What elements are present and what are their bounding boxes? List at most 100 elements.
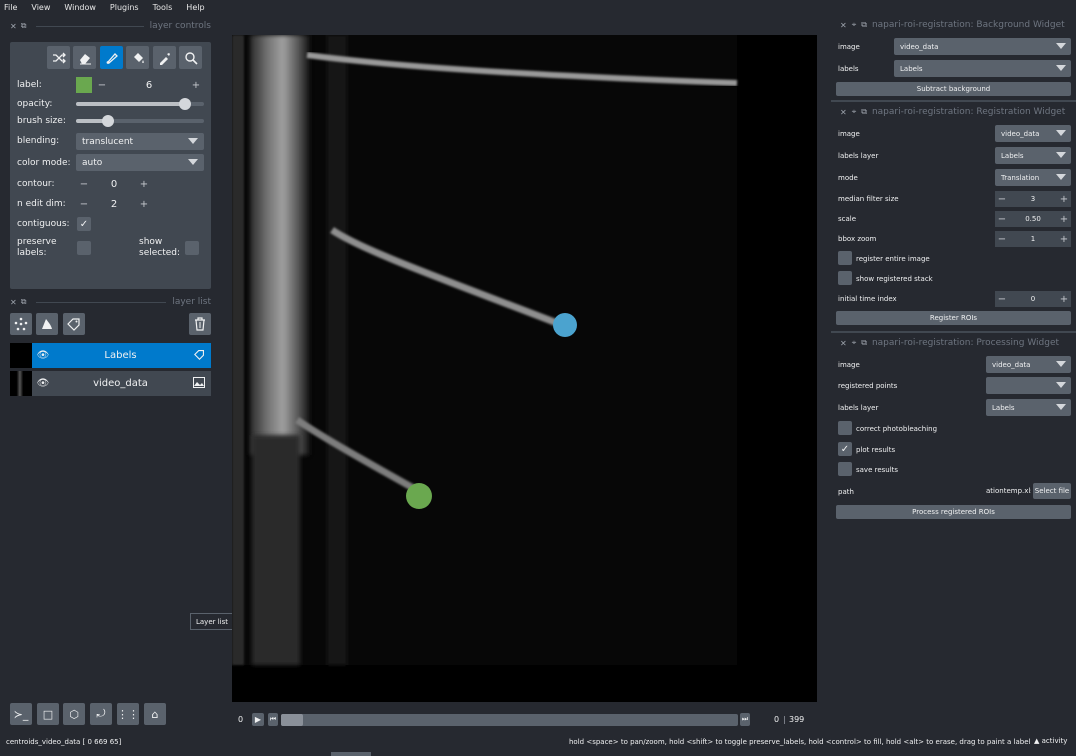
- menu-help[interactable]: Help: [186, 3, 204, 12]
- frame-slider-handle[interactable]: [281, 714, 303, 726]
- eye-icon[interactable]: 👁: [32, 378, 54, 389]
- grid-button[interactable]: ⋮⋮: [117, 703, 139, 725]
- float-icon[interactable]: ⧉: [861, 20, 867, 30]
- brush-size-slider[interactable]: [76, 115, 204, 127]
- status-resize-handle[interactable]: [331, 752, 371, 756]
- transpose-button[interactable]: ⤾: [90, 703, 112, 725]
- reg-mode-dropdown[interactable]: Translation: [995, 169, 1071, 186]
- decrement-icon[interactable]: −: [76, 199, 92, 210]
- frame-slider[interactable]: [281, 714, 738, 726]
- menu-view[interactable]: View: [31, 3, 50, 12]
- decrement-icon[interactable]: −: [94, 80, 110, 91]
- bbox-zoom-spinbox[interactable]: − 1 +: [995, 231, 1071, 247]
- pin-icon[interactable]: ⌖: [852, 20, 857, 30]
- increment-icon[interactable]: +: [136, 179, 152, 190]
- shuffle-button[interactable]: [47, 46, 70, 69]
- eraser-button[interactable]: [73, 46, 96, 69]
- proc-image-dropdown[interactable]: video_data: [986, 356, 1071, 373]
- brush-size-handle[interactable]: [102, 115, 114, 127]
- bg-image-dropdown[interactable]: video_data: [894, 38, 1071, 55]
- contour-spinbox[interactable]: − 0 +: [76, 176, 152, 192]
- decrement-icon[interactable]: −: [76, 179, 92, 190]
- label-color-swatch[interactable]: [76, 77, 92, 93]
- increment-icon[interactable]: +: [1057, 294, 1071, 305]
- close-icon[interactable]: ✕: [10, 298, 17, 307]
- save-results-checkbox[interactable]: [838, 462, 852, 476]
- scale-spinbox[interactable]: − 0.50 +: [995, 211, 1071, 227]
- step-forward-button[interactable]: ⏭: [740, 713, 750, 726]
- delete-layer-button[interactable]: [189, 313, 211, 335]
- close-icon[interactable]: ✕: [840, 339, 847, 348]
- step-back-button[interactable]: ⏮: [268, 713, 278, 726]
- initial-time-spinbox[interactable]: − 0 +: [995, 291, 1071, 307]
- pin-icon[interactable]: ⌖: [852, 338, 857, 348]
- close-icon[interactable]: ✕: [10, 22, 17, 31]
- reg-image-dropdown[interactable]: video_data: [995, 125, 1071, 142]
- fill-button[interactable]: [126, 46, 149, 69]
- float-icon[interactable]: ⧉: [21, 297, 27, 307]
- register-entire-image-checkbox[interactable]: [838, 251, 852, 265]
- toggle-ndisplay-button[interactable]: □: [37, 703, 59, 725]
- zoom-button[interactable]: [179, 46, 202, 69]
- menu-file[interactable]: File: [4, 3, 17, 12]
- layer-row-video-data[interactable]: 👁 video_data: [10, 371, 211, 396]
- increment-icon[interactable]: +: [188, 80, 204, 91]
- new-shapes-button[interactable]: [36, 313, 58, 335]
- opacity-slider[interactable]: [76, 98, 204, 110]
- new-labels-button[interactable]: [63, 313, 85, 335]
- path-input[interactable]: ationtemp.xls: [986, 483, 1031, 499]
- viewer-canvas[interactable]: [232, 35, 817, 702]
- preserve-labels-checkbox[interactable]: [77, 241, 91, 255]
- menu-plugins[interactable]: Plugins: [110, 3, 139, 12]
- color-mode-dropdown[interactable]: auto: [76, 154, 204, 171]
- select-file-button[interactable]: Select file: [1033, 483, 1071, 499]
- median-filter-spinbox[interactable]: − 3 +: [995, 191, 1071, 207]
- increment-icon[interactable]: +: [1057, 234, 1071, 245]
- new-points-button[interactable]: [10, 313, 32, 335]
- blending-dropdown[interactable]: translucent: [76, 133, 204, 150]
- frame-value[interactable]: 0: [774, 715, 779, 724]
- register-rois-button[interactable]: Register ROIs: [836, 311, 1071, 325]
- label-blob-green[interactable]: [406, 483, 432, 509]
- process-registered-rois-button[interactable]: Process registered ROIs: [836, 505, 1071, 519]
- label-spinbox[interactable]: − 6 +: [94, 77, 204, 93]
- show-registered-stack-checkbox[interactable]: [838, 271, 852, 285]
- n-edit-dim-spinbox[interactable]: − 2 +: [76, 196, 152, 212]
- close-icon[interactable]: ✕: [840, 21, 847, 30]
- roll-dims-button[interactable]: ⬡: [63, 703, 85, 725]
- correct-photobleaching-checkbox[interactable]: [838, 421, 852, 435]
- paint-button[interactable]: [100, 46, 123, 69]
- contiguous-checkbox[interactable]: ✓: [77, 217, 91, 231]
- proc-labels-layer-dropdown[interactable]: Labels: [986, 399, 1071, 416]
- float-icon[interactable]: ⧉: [861, 107, 867, 117]
- layer-row-labels[interactable]: 👁 Labels: [10, 343, 211, 368]
- decrement-icon[interactable]: −: [995, 194, 1009, 205]
- menu-window[interactable]: Window: [64, 3, 96, 12]
- home-button[interactable]: ⌂: [144, 703, 166, 725]
- activity-button[interactable]: ▲ activity: [1034, 737, 1067, 745]
- decrement-icon[interactable]: −: [995, 214, 1009, 225]
- reg-labels-layer-dropdown[interactable]: Labels: [995, 147, 1071, 164]
- decrement-icon[interactable]: −: [995, 234, 1009, 245]
- bg-labels-dropdown[interactable]: Labels: [894, 60, 1071, 77]
- picker-button[interactable]: [153, 46, 176, 69]
- decrement-icon[interactable]: −: [995, 294, 1009, 305]
- pin-icon[interactable]: ⌖: [852, 107, 857, 117]
- registered-points-dropdown[interactable]: [986, 377, 1071, 394]
- play-button[interactable]: ▶: [252, 713, 264, 726]
- increment-icon[interactable]: +: [1057, 194, 1071, 205]
- opacity-handle[interactable]: [178, 98, 191, 110]
- eye-icon[interactable]: 👁: [32, 350, 54, 361]
- increment-icon[interactable]: +: [1057, 214, 1071, 225]
- show-selected-checkbox[interactable]: [185, 241, 199, 255]
- increment-icon[interactable]: +: [136, 199, 152, 210]
- plot-results-checkbox[interactable]: ✓: [838, 442, 852, 456]
- console-button[interactable]: ≻_: [10, 703, 32, 725]
- close-icon[interactable]: ✕: [840, 108, 847, 117]
- float-icon[interactable]: ⧉: [861, 338, 867, 348]
- subtract-background-button[interactable]: Subtract background: [836, 82, 1071, 96]
- float-icon[interactable]: ⧉: [21, 21, 27, 31]
- menu-tools[interactable]: Tools: [153, 3, 173, 12]
- label-blob-blue[interactable]: [553, 313, 577, 337]
- microscopy-image[interactable]: [232, 35, 817, 702]
